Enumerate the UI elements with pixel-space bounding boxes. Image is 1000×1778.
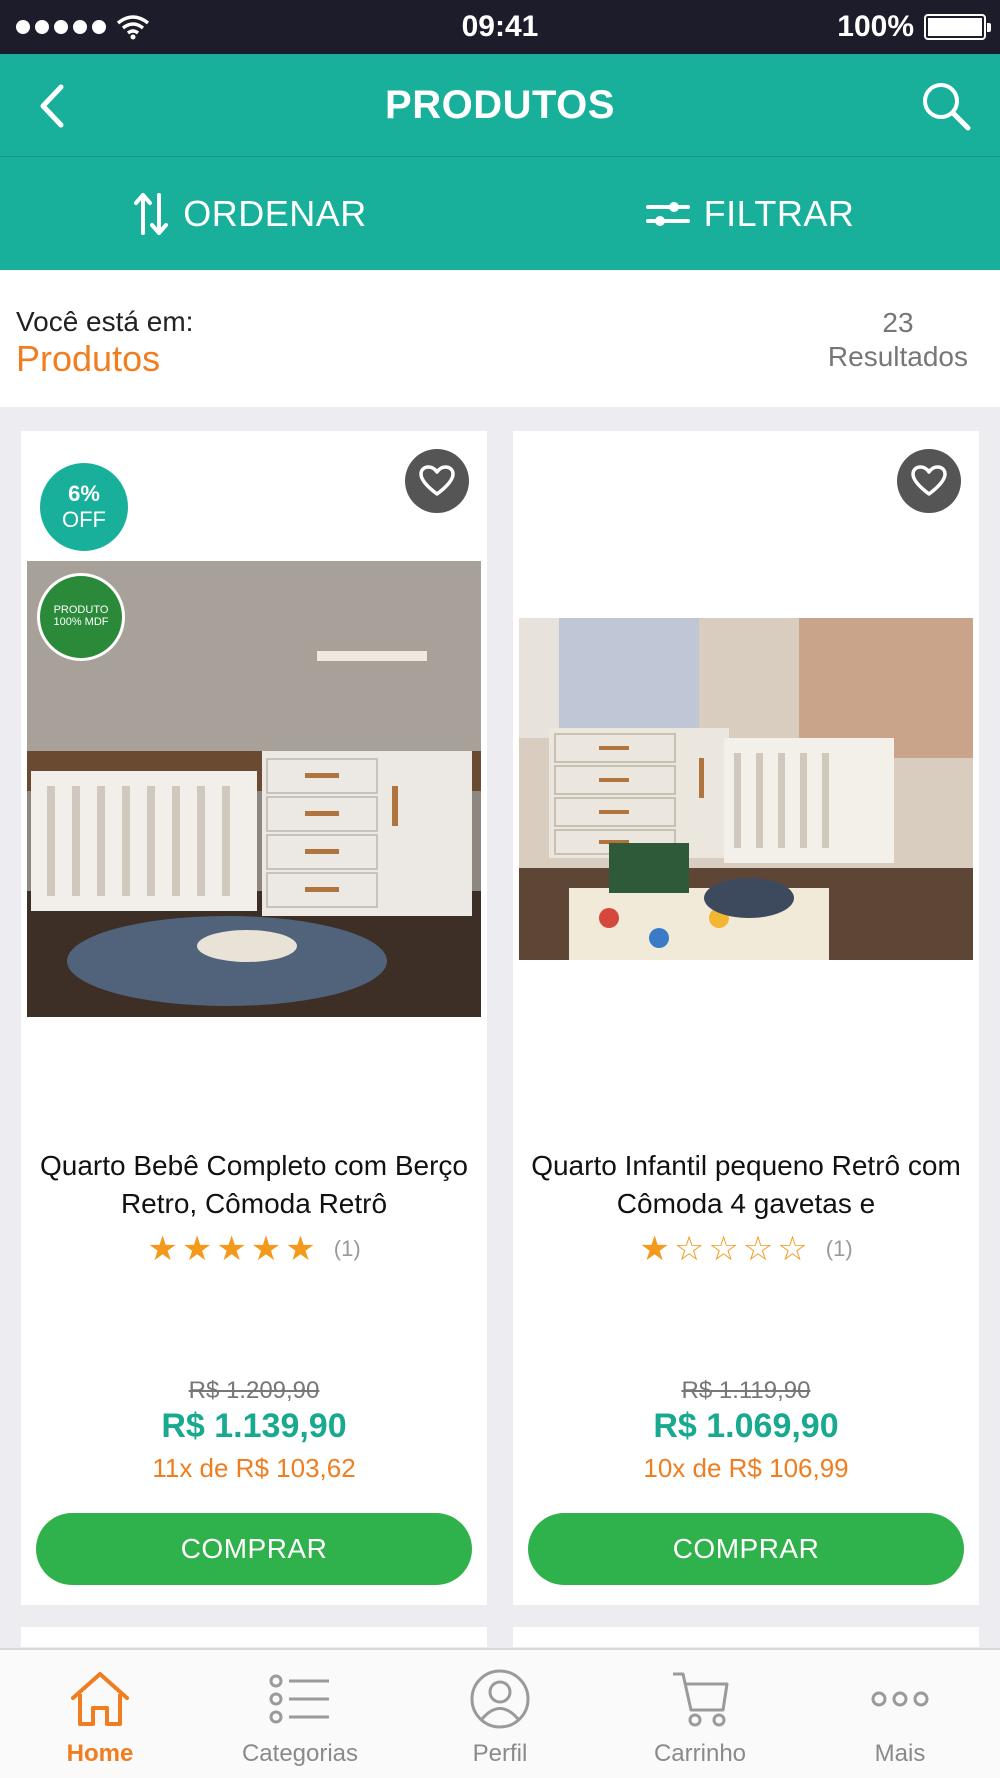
old-price: R$ 1.119,90 [681, 1377, 811, 1404]
product-rating: ★ ☆ ☆ ☆ ☆ (1) [513, 1231, 979, 1267]
product-rating: ★ ★ ★ ★ ★ (1) [21, 1231, 487, 1267]
buy-button[interactable]: COMPRAR [528, 1513, 964, 1585]
kids-room-image [519, 618, 973, 960]
star-empty-icon: ☆ [708, 1230, 739, 1268]
product-card[interactable]: 6% OFF PRODUTO 100% MDF Quarto Bebê Comp… [21, 431, 487, 1605]
product-name[interactable]: Quarto Bebê Completo com Berço Retro, Cô… [35, 1147, 473, 1227]
installments: 11x de R$ 103,62 [152, 1453, 356, 1483]
tab-categories[interactable]: Categorias [200, 1650, 400, 1778]
star-empty-icon: ☆ [777, 1230, 808, 1268]
product-card-next[interactable] [21, 1627, 487, 1647]
star-filled-icon: ★ [285, 1230, 316, 1268]
sort-label: ORDENAR [183, 192, 367, 234]
breadcrumb: Você está em: Produtos 23 Resultados [0, 270, 1000, 407]
old-price: R$ 1.209,90 [188, 1377, 320, 1404]
battery-icon [924, 14, 991, 40]
product-name[interactable]: Quarto Infantil pequeno Retrô com Cômoda… [527, 1147, 965, 1227]
battery-status: 100% [837, 0, 991, 54]
user-icon [465, 1664, 535, 1734]
tab-profile[interactable]: Perfil [400, 1650, 600, 1778]
tab-cart[interactable]: Carrinho [600, 1650, 800, 1778]
buy-button[interactable]: COMPRAR [36, 1513, 472, 1585]
tab-label: Perfil [472, 1740, 528, 1767]
discount-percent: 6% [68, 481, 100, 506]
favorite-button[interactable] [405, 449, 469, 513]
tab-more[interactable]: Mais [800, 1650, 1000, 1778]
page-title: PRODUTOS [385, 83, 615, 127]
installments: 10x de R$ 106,99 [643, 1453, 849, 1483]
star-filled-icon: ★ [216, 1230, 247, 1268]
list-icon [265, 1664, 335, 1734]
sliders-icon [645, 201, 690, 226]
filter-label: FILTRAR [703, 192, 855, 234]
breadcrumb-label: Você está em: [16, 306, 194, 337]
sort-filter-bar: ORDENAR FILTRAR [0, 157, 1000, 270]
top-app-bar: PRODUTOS [0, 54, 1000, 157]
star-filled-icon: ★ [181, 1230, 213, 1268]
product-image[interactable] [519, 618, 973, 960]
product-card-next[interactable] [513, 1627, 979, 1647]
bottom-tab-bar: Home Categorias Perfil Carrinho Mais [0, 1648, 1000, 1778]
star-filled-icon: ★ [639, 1230, 670, 1268]
home-icon [65, 1664, 135, 1734]
tab-label: Categorias [241, 1740, 359, 1767]
star-empty-icon: ☆ [673, 1230, 705, 1268]
heart-icon [419, 465, 455, 496]
cart-icon [665, 1664, 735, 1734]
tab-label: Mais [874, 1740, 926, 1767]
sort-button[interactable]: ORDENAR [0, 157, 500, 270]
star-filled-icon: ★ [250, 1230, 282, 1268]
discount-badge: 6% OFF [40, 463, 128, 551]
tab-home[interactable]: Home [0, 1650, 200, 1778]
mdf-seal: PRODUTO 100% MDF [37, 573, 125, 661]
favorite-button[interactable] [897, 449, 961, 513]
results-label: Resultados [827, 341, 968, 372]
mdf-seal-text: PRODUTO 100% MDF [53, 604, 109, 628]
heart-icon [911, 465, 947, 496]
current-price: R$ 1.069,90 [653, 1407, 839, 1445]
star-filled-icon: ★ [147, 1230, 178, 1268]
discount-label: OFF [62, 507, 106, 532]
breadcrumb-current[interactable]: Produtos [16, 338, 160, 380]
more-icon [865, 1664, 935, 1734]
search-button[interactable] [916, 76, 976, 136]
rating-count: (1) [825, 1236, 853, 1261]
sort-arrows-icon [134, 192, 169, 235]
current-price: R$ 1.139,90 [161, 1407, 347, 1445]
rating-count: (1) [333, 1236, 361, 1261]
tab-label: Home [66, 1740, 134, 1767]
battery-percent: 100% [837, 10, 914, 43]
product-image[interactable]: PRODUTO 100% MDF [27, 561, 481, 1017]
product-card[interactable]: Quarto Infantil pequeno Retrô com Cômoda… [513, 431, 979, 1605]
filter-button[interactable]: FILTRAR [500, 157, 1000, 270]
star-empty-icon: ☆ [742, 1230, 774, 1268]
status-bar: 09:41 100% [0, 0, 1000, 54]
results-count: 23 Resultados [828, 306, 968, 374]
results-number: 23 [882, 307, 914, 338]
tab-label: Carrinho [653, 1740, 747, 1767]
search-icon [923, 83, 971, 131]
